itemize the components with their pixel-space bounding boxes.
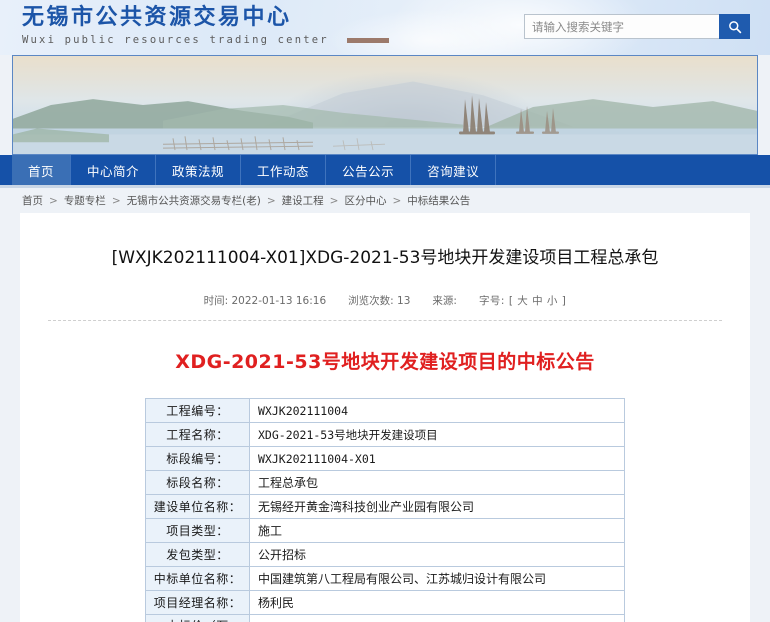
meta-time-value: 2022-01-13 16:16 <box>231 295 327 307</box>
breadcrumb-item-wuxi-column[interactable]: 无锡市公共资源交易专栏(老) <box>127 193 261 208</box>
nav-item-announcements[interactable]: 公告公示 <box>326 155 412 185</box>
row-value-owner-unit: 无锡经开黄金湾科技创业产业园有限公司 <box>249 494 625 519</box>
row-label-winning-unit: 中标单位名称： <box>145 566 250 591</box>
nav-item-home[interactable]: 首页 <box>12 155 72 185</box>
row-value-section-code: WXJK202111004-X01 <box>249 446 625 471</box>
meta-views-label: 浏览次数: <box>348 295 394 307</box>
row-value-project-type: 施工 <box>249 518 625 543</box>
row-label-section-code: 标段编号： <box>145 446 250 471</box>
search-icon <box>728 20 741 33</box>
row-value-winning-unit: 中国建筑第八工程局有限公司、江苏城归设计有限公司 <box>249 566 625 591</box>
logo-title-cn: 无锡市公共资源交易中心 <box>22 5 292 30</box>
row-label-project-name: 工程名称： <box>145 422 250 447</box>
search-button[interactable] <box>719 14 750 39</box>
nav-item-center-intro[interactable]: 中心简介 <box>71 155 157 185</box>
table-row: 中标价（万元）： 88161.363830 <box>145 614 625 622</box>
table-row: 项目类型： 施工 <box>145 518 625 543</box>
breadcrumb-item-district-center[interactable]: 区分中心 <box>344 193 386 208</box>
breadcrumb-item-bid-result[interactable]: 中标结果公告 <box>407 193 470 208</box>
font-size-label: 字号: <box>478 295 505 307</box>
table-row: 建设单位名称： 无锡经开黄金湾科技创业产业园有限公司 <box>145 494 625 519</box>
page-title: [WXJK202111004-X01]XDG-2021-53号地块开发建设项目工… <box>111 248 659 268</box>
breadcrumb-separator: > <box>111 194 121 207</box>
table-row: 标段编号： WXJK202111004-X01 <box>145 446 625 471</box>
table-row: 中标单位名称： 中国建筑第八工程局有限公司、江苏城归设计有限公司 <box>145 566 625 591</box>
nav-item-work-updates[interactable]: 工作动态 <box>241 155 327 185</box>
row-value-project-code: WXJK202111004 <box>249 398 625 423</box>
breadcrumb-separator: > <box>392 194 402 207</box>
row-label-project-type: 项目类型： <box>145 518 250 543</box>
table-row: 项目经理名称： 杨利民 <box>145 590 625 615</box>
font-size-options[interactable]: [ 大 中 小 ] <box>509 295 567 307</box>
breadcrumb-separator: > <box>49 194 58 207</box>
logo-title-en: Wuxi public resources trading center <box>22 32 390 48</box>
nav-item-consultation[interactable]: 咨询建议 <box>411 155 497 185</box>
row-value-section-name: 工程总承包 <box>249 470 625 495</box>
breadcrumb-separator: > <box>329 194 339 207</box>
row-label-project-manager: 项目经理名称： <box>145 590 250 615</box>
table-row: 发包类型： 公开招标 <box>145 542 625 567</box>
table-row: 工程名称： XDG-2021-53号地块开发建设项目 <box>145 422 625 447</box>
row-value-project-manager: 杨利民 <box>249 590 625 615</box>
meta-time: 时间: 2022-01-13 16:16 <box>204 293 327 308</box>
site-header: 无锡市公共资源交易中心 Wuxi public resources tradin… <box>0 0 770 55</box>
row-label-tender-type: 发包类型： <box>145 542 250 567</box>
article-panel: [WXJK202111004-X01]XDG-2021-53号地块开发建设项目工… <box>20 213 750 622</box>
meta-views: 浏览次数: 13 <box>348 293 410 308</box>
site-logo[interactable]: 无锡市公共资源交易中心 Wuxi public resources tradin… <box>22 5 390 48</box>
breadcrumb-item-home[interactable]: 首页 <box>22 193 43 208</box>
breadcrumb-item-construction[interactable]: 建设工程 <box>282 193 324 208</box>
content-divider <box>48 320 722 321</box>
logo-title-en-text: Wuxi public resources trading center <box>22 34 329 46</box>
nav-filler <box>496 155 770 185</box>
font-size-control[interactable]: 字号: [ 大 中 小 ] <box>479 293 566 308</box>
hero-banner-image <box>12 55 758 155</box>
breadcrumb-item-topics[interactable]: 专题专栏 <box>64 193 106 208</box>
row-label-project-code: 工程编号： <box>145 398 250 423</box>
nav-item-policies[interactable]: 政策法规 <box>156 155 242 185</box>
article-metadata: 时间: 2022-01-13 16:16 浏览次数: 13 来源: 字号: [ … <box>48 293 722 308</box>
table-row: 工程编号： WXJK202111004 <box>145 398 625 423</box>
row-label-section-name: 标段名称： <box>145 470 250 495</box>
table-row: 标段名称： 工程总承包 <box>145 470 625 495</box>
bid-info-table: 工程编号： WXJK202111004 工程名称： XDG-2021-53号地块… <box>145 398 625 622</box>
breadcrumb-separator: > <box>266 194 276 207</box>
meta-views-value: 13 <box>397 295 411 307</box>
meta-source-label: 来源: <box>432 295 457 307</box>
search-box[interactable] <box>524 14 750 39</box>
banner-scenery <box>13 81 757 154</box>
row-value-bid-price: 88161.363830 <box>249 614 625 622</box>
breadcrumb: 首页 > 专题专栏 > 无锡市公共资源交易专栏(老) > 建设工程 > 区分中心… <box>0 188 770 213</box>
main-navigation[interactable]: 首页 中心简介 政策法规 工作动态 公告公示 咨询建议 <box>0 155 770 188</box>
meta-source: 来源: <box>432 293 457 308</box>
row-value-project-name: XDG-2021-53号地块开发建设项目 <box>249 422 625 447</box>
search-input[interactable] <box>524 14 719 39</box>
meta-time-label: 时间: <box>203 295 229 307</box>
row-value-tender-type: 公开招标 <box>249 542 625 567</box>
logo-dash-decoration <box>347 37 390 43</box>
announcement-heading: XDG-2021-53号地块开发建设项目的中标公告 <box>175 351 595 373</box>
row-label-bid-price: 中标价（万元）： <box>145 614 250 622</box>
row-label-owner-unit: 建设单位名称： <box>145 494 250 519</box>
